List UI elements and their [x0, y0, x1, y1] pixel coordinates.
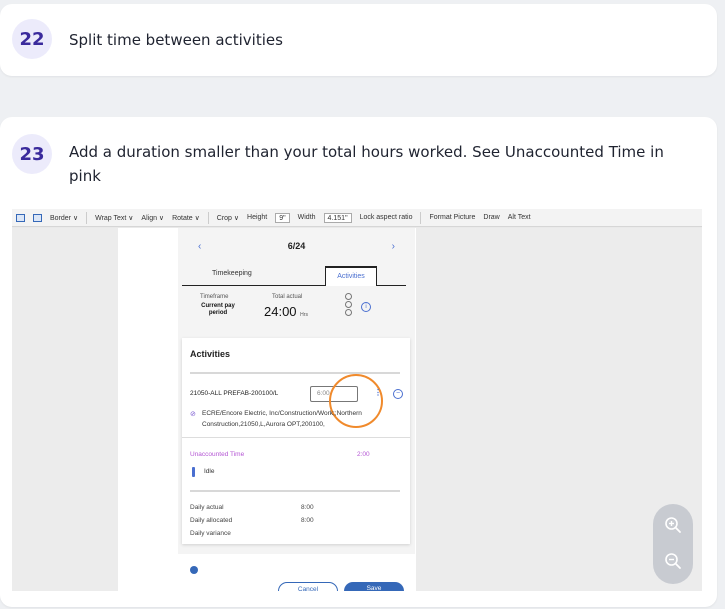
picture-style-icon [33, 213, 42, 222]
step-text: Add a duration smaller than your total h… [69, 143, 664, 185]
tab-activities: Activities [325, 266, 377, 286]
job-description: ECRE/Encore Electric, Inc/Construction/W… [202, 410, 362, 428]
daily-allocated-value: 8:00 [301, 517, 314, 524]
status-circles-icon [345, 293, 353, 317]
tab-timekeeping: Timekeeping [212, 270, 252, 277]
unaccounted-time-value: 2:00 [357, 451, 370, 458]
add-icon [190, 566, 198, 574]
link-icon: ⊘ [190, 411, 196, 418]
total-actual-unit: Hrs [300, 312, 308, 318]
ribbon-divider [207, 211, 209, 224]
border-menu: Border ∨ [50, 214, 79, 222]
divider [190, 490, 400, 492]
zoom-in-icon [665, 517, 681, 533]
width-label: Width [297, 214, 316, 221]
align-menu: Align ∨ [141, 214, 165, 222]
daily-allocated-label: Daily allocated [190, 517, 233, 524]
app-bottom-bar: Cancel Save [178, 554, 415, 591]
step-card-23: 23 Add a duration smaller than your tota… [0, 117, 717, 607]
crop-menu: Crop ∨ [216, 214, 240, 222]
alt-text-label: Alt Text [507, 214, 531, 221]
total-actual-number: 24:00 [264, 304, 297, 319]
save-button: Save [344, 582, 404, 591]
activities-card: Activities 21050-ALL PREFAB-200100/L 6:0… [182, 338, 410, 544]
draw-label: Draw [483, 214, 500, 221]
date-header: ‹ 6/24 › [178, 228, 415, 264]
remove-icon: − [393, 389, 403, 399]
document-margin-left [12, 228, 118, 591]
word-ribbon: Border ∨ Wrap Text ∨ Align ∨ Rotate ∨ Cr… [12, 209, 702, 227]
lock-aspect-label: Lock aspect ratio [359, 214, 413, 221]
daily-actual-label: Daily actual [190, 504, 224, 511]
step-text: Split time between activities [69, 31, 283, 49]
job-code: 21050-ALL PREFAB-200100/L [190, 390, 279, 397]
timeframe-summary: Timeframe Current pay period Total actua… [190, 290, 400, 330]
ribbon-divider [420, 211, 422, 224]
date-label: 6/24 [287, 241, 306, 251]
activities-title: Activities [190, 349, 231, 359]
cancel-button: Cancel [278, 582, 338, 591]
app-tabs: Timekeeping Activities [182, 266, 406, 286]
zoom-out-button[interactable] [661, 549, 685, 573]
total-actual-value: 24:00 Hrs [264, 304, 308, 319]
step-card-22: 22 Split time between activities [0, 4, 717, 76]
more-vertical-icon: ⋮ [374, 388, 382, 397]
total-actual-label: Total actual [272, 294, 303, 300]
timekeeping-app: ‹ 6/24 › Timekeeping Activities Timefram… [178, 228, 415, 591]
step-screenshot: Border ∨ Wrap Text ∨ Align ∨ Rotate ∨ Cr… [12, 209, 702, 591]
width-value: 4.151" [323, 212, 352, 223]
zoom-in-button[interactable] [661, 513, 685, 537]
step-number: 22 [12, 19, 52, 59]
info-icon: i [361, 302, 371, 312]
timeframe-label: Timeframe [200, 294, 229, 300]
height-label: Height [247, 214, 268, 221]
divider [190, 372, 400, 374]
unaccounted-time-label: Unaccounted Time [190, 451, 245, 458]
divider [182, 437, 410, 438]
ribbon-divider [86, 211, 88, 224]
daily-actual-value: 8:00 [301, 504, 314, 511]
step-number: 23 [12, 134, 52, 174]
idle-indicator-icon [192, 467, 195, 477]
picture-style-icon [16, 213, 25, 222]
daily-variance-label: Daily variance [190, 530, 231, 537]
zoom-controls [653, 504, 693, 584]
zoom-out-icon [665, 553, 681, 569]
idle-label: Idle [204, 468, 215, 475]
rotate-menu: Rotate ∨ [172, 214, 200, 222]
height-value: 9" [275, 212, 290, 223]
chevron-left-icon: ‹ [198, 240, 202, 252]
chevron-right-icon: › [391, 240, 395, 252]
wrap-text-menu: Wrap Text ∨ [95, 214, 134, 222]
format-picture-label: Format Picture [429, 214, 476, 221]
timeframe-value: Current pay period [201, 303, 235, 316]
